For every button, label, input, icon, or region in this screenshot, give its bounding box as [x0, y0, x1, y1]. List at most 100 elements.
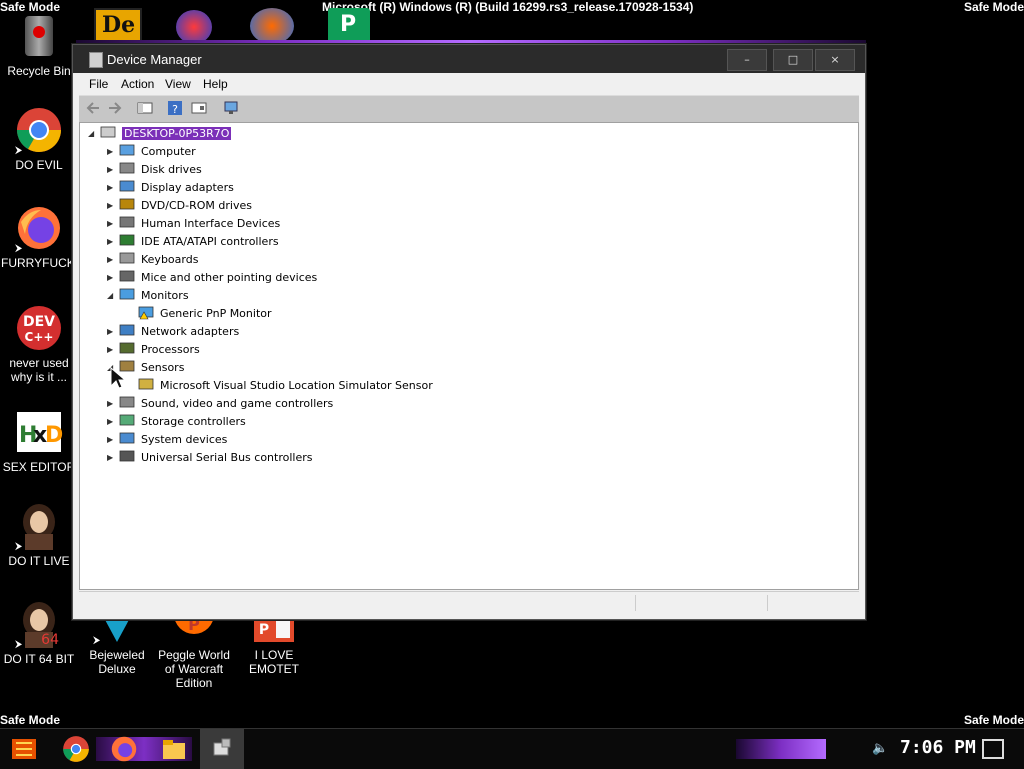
- maximize-button[interactable]: □: [773, 49, 813, 71]
- desktop-icon-furryfuck[interactable]: ⮞ FURRYFUCK!: [1, 204, 78, 270]
- expand-arrow-icon[interactable]: ▶: [107, 201, 113, 210]
- desktop-icon-do-it-live[interactable]: ⮞ DO IT LIVE: [1, 502, 77, 568]
- taskbar-clock[interactable]: 7:06 PM: [900, 737, 976, 758]
- expand-arrow-icon[interactable]: ▶: [107, 219, 113, 228]
- expand-arrow-icon[interactable]: ▶: [107, 255, 113, 264]
- expand-arrow-icon[interactable]: ▶: [107, 399, 113, 408]
- tree-node-label: Processors: [141, 343, 200, 356]
- sensor-device-icon: [138, 378, 154, 392]
- mouse-cursor-icon: [110, 367, 126, 389]
- forward-arrow-icon[interactable]: [107, 100, 123, 116]
- scan-hardware-icon[interactable]: [223, 100, 239, 116]
- monitor-icon: [119, 288, 135, 302]
- properties-icon[interactable]: [191, 100, 207, 116]
- svg-text:D: D: [45, 423, 63, 448]
- expand-arrow-icon[interactable]: ▶: [107, 453, 113, 462]
- desktop-icon-do-it-64-bit[interactable]: 64 ⮞ DO IT 64 BIT: [1, 600, 77, 666]
- status-bar: [79, 591, 859, 614]
- recycle-bin-icon: [15, 12, 63, 60]
- mouse-icon: [119, 270, 135, 284]
- tree-node-label: Sound, video and game controllers: [141, 397, 334, 410]
- devcpp-icon: DEV C++: [15, 304, 63, 352]
- top-app-icon-2[interactable]: [176, 10, 212, 44]
- tree-node-label: Mice and other pointing devices: [141, 271, 318, 284]
- build-watermark: Microsoft (R) Windows (R) (Build 16299.r…: [322, 0, 694, 14]
- expand-arrow-icon[interactable]: ▶: [107, 147, 113, 156]
- computer-root-icon: [100, 126, 116, 140]
- expand-arrow-icon[interactable]: ▶: [107, 345, 113, 354]
- device-manager-window: Device Manager – □ × File Action View He…: [72, 44, 866, 620]
- desktop-icon-devcpp[interactable]: DEV C++ never used why is it ...: [1, 304, 77, 384]
- safe-mode-label-top-right: Safe Mode: [963, 0, 1024, 14]
- tree-node-label: Human Interface Devices: [141, 217, 281, 230]
- desktop-icon-recycle-bin[interactable]: Recycle Bin: [1, 12, 77, 78]
- help-icon[interactable]: ?: [167, 100, 183, 116]
- firefox-icon: ⮞: [15, 204, 63, 254]
- svg-text:?: ?: [172, 103, 178, 116]
- collapse-arrow-icon[interactable]: ◢: [88, 129, 94, 138]
- portrait-icon: ⮞: [15, 502, 63, 552]
- tree-node-label: DVD/CD-ROM drives: [141, 199, 252, 212]
- firefox-icon[interactable]: [110, 735, 138, 763]
- disk-drive-icon: [119, 162, 135, 176]
- close-button[interactable]: ×: [815, 49, 855, 71]
- safe-mode-label-bottom-right: Safe Mode: [963, 713, 1024, 727]
- hid-icon: [119, 216, 135, 230]
- desktop-icon-do-evil[interactable]: ⮞ DO EVIL: [1, 106, 77, 172]
- computer-icon: [119, 144, 135, 158]
- minimize-button[interactable]: –: [727, 49, 767, 71]
- svg-text:DEV: DEV: [23, 314, 55, 330]
- expand-arrow-icon[interactable]: ▶: [107, 165, 113, 174]
- collapse-arrow-icon[interactable]: ◢: [107, 291, 113, 300]
- hxd-icon: HxD: [15, 408, 63, 456]
- storage-icon: [119, 414, 135, 428]
- chrome-icon[interactable]: [62, 735, 90, 763]
- action-center-icon[interactable]: [982, 739, 1004, 759]
- device-tree: ◢ DESKTOP-0P53R7O ▶ Computer ▶ Disk drives ▶ Di…: [79, 122, 859, 590]
- expand-arrow-icon[interactable]: ▶: [107, 237, 113, 246]
- tree-node-label: Storage controllers: [141, 415, 246, 428]
- speaker-muted-icon[interactable]: 🔈: [872, 741, 888, 756]
- expand-arrow-icon[interactable]: ▶: [107, 183, 113, 192]
- safe-mode-label-bottom-left: Safe Mode: [0, 713, 61, 727]
- menu-help[interactable]: Help: [203, 77, 228, 91]
- tree-node-label: Monitors: [141, 289, 189, 302]
- top-app-icon-4[interactable]: P: [328, 8, 370, 44]
- expand-arrow-icon[interactable]: ▶: [107, 327, 113, 336]
- start-icon[interactable]: [10, 735, 38, 763]
- dvd-icon: [119, 198, 135, 212]
- desktop-icon-i-love-emotet[interactable]: P I LOVE EMOTET: [234, 614, 314, 676]
- taskbar-active-app[interactable]: [200, 729, 244, 769]
- tree-node-label: DESKTOP-0P53R7O: [122, 127, 232, 140]
- menu-action[interactable]: Action: [121, 77, 154, 91]
- back-arrow-icon[interactable]: [85, 100, 101, 116]
- tree-node-label: Microsoft Visual Studio Location Simulat…: [160, 379, 433, 392]
- toolbar: ?: [79, 95, 859, 122]
- system-icon: [119, 432, 135, 446]
- file-explorer-icon[interactable]: [160, 735, 188, 763]
- tree-node-label: Display adapters: [141, 181, 234, 194]
- warning-monitor-icon: [138, 306, 154, 320]
- usb-icon: [119, 450, 135, 464]
- show-hide-console-tree-icon[interactable]: [137, 100, 153, 116]
- expand-arrow-icon[interactable]: ▶: [107, 273, 113, 282]
- desktop-icon-bejeweled[interactable]: ⮞ Bejeweled Deluxe: [79, 614, 155, 676]
- tree-node-label: Generic PnP Monitor: [160, 307, 272, 320]
- speaker-icon: [119, 396, 135, 410]
- top-app-icon-3[interactable]: [250, 8, 294, 44]
- expand-arrow-icon[interactable]: ▶: [107, 435, 113, 444]
- menu-view[interactable]: View: [165, 77, 191, 91]
- expand-arrow-icon[interactable]: ▶: [107, 417, 113, 426]
- svg-text:P: P: [259, 622, 269, 638]
- keyboard-icon: [119, 252, 135, 266]
- title-bar[interactable]: Device Manager – □ ×: [73, 45, 865, 73]
- window-title: Device Manager: [107, 52, 202, 67]
- tree-node-label: Universal Serial Bus controllers: [141, 451, 313, 464]
- desktop-icon-peggle[interactable]: P Peggle World of Warcraft Edition: [156, 614, 232, 690]
- desktop-icon-hxd[interactable]: HxD SEX EDITOR: [1, 408, 77, 474]
- tree-node-label: System devices: [141, 433, 228, 446]
- tree-node-label: IDE ATA/ATAPI controllers: [141, 235, 279, 248]
- network-icon: [119, 324, 135, 338]
- menu-file[interactable]: File: [89, 77, 108, 91]
- svg-text:C++: C++: [25, 330, 54, 344]
